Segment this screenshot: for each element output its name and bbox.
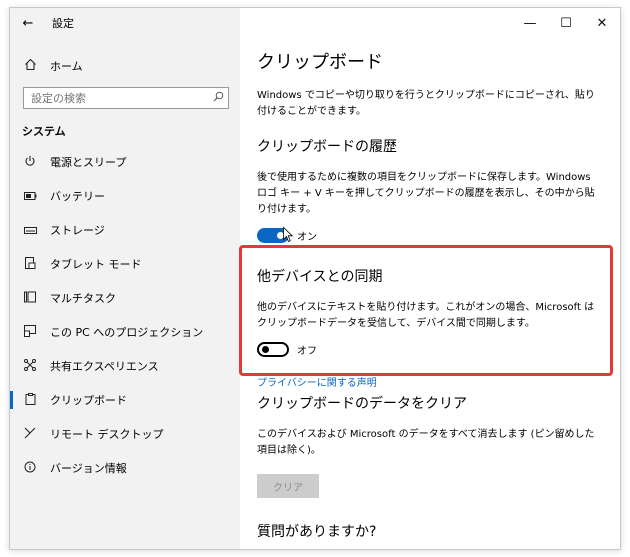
back-arrow-icon[interactable]: ← xyxy=(10,16,46,31)
sidebar-item-label: 電源とスリープ xyxy=(50,156,127,169)
search-box[interactable] xyxy=(23,87,229,109)
sidebar-item-label: クリップボード xyxy=(50,394,127,407)
sidebar: ← 設定 ホーム システム 電源とスリープ xyxy=(10,8,240,549)
toggle-knob xyxy=(262,346,269,353)
minimize-button[interactable]: — xyxy=(512,8,548,38)
clipboard-section: クリップボード Windows でコピーや切り取りを行うとクリップボードにコピー… xyxy=(257,48,597,120)
sync-toggle-label: オフ xyxy=(297,346,317,357)
title-bar: ← 設定 xyxy=(10,8,240,38)
sync-section: 他デバイスとの同期 他のデバイスにテキストを貼り付けます。これがオンの場合、Mi… xyxy=(257,266,597,390)
sync-toggle[interactable] xyxy=(257,342,289,357)
history-toggle-row: オン xyxy=(257,228,597,243)
sidebar-item-home[interactable]: ホーム xyxy=(10,54,240,78)
sidebar-item-remote-desktop[interactable]: リモート デスクトップ xyxy=(10,417,240,451)
sidebar-item-multitask[interactable]: マルチタスク xyxy=(10,281,240,315)
sidebar-item-label: マルチタスク xyxy=(50,292,116,305)
home-icon xyxy=(10,58,50,74)
sidebar-item-projection[interactable]: この PC へのプロジェクション xyxy=(10,315,240,349)
remote-desktop-icon xyxy=(10,427,50,442)
questions-heading: 質問がありますか? xyxy=(257,524,377,540)
sync-description: 他のデバイスにテキストを貼り付けます。これがオンの場合、Microsoft はク… xyxy=(257,302,595,329)
sidebar-item-label: ストレージ xyxy=(50,224,105,237)
history-section: クリップボードの履歴 後で使用するために複数の項目をクリップボードに保存します。… xyxy=(257,136,597,243)
storage-icon xyxy=(10,223,50,237)
clipboard-icon xyxy=(10,392,50,408)
maximize-button[interactable]: ☐ xyxy=(548,8,584,38)
sidebar-nav: 電源とスリープ バッテリー ストレージ タブレット モード マルチタスク この … xyxy=(10,145,240,485)
power-icon xyxy=(10,155,50,170)
clear-button[interactable]: クリア xyxy=(257,474,319,498)
info-icon xyxy=(10,461,50,476)
search-input[interactable] xyxy=(31,91,208,105)
questions-section: 質問がありますか? xyxy=(257,521,597,549)
sidebar-item-battery[interactable]: バッテリー xyxy=(10,179,240,213)
battery-icon xyxy=(10,189,50,203)
section-heading: システム xyxy=(22,125,66,138)
history-description: 後で使用するために複数の項目をクリップボードに保存します。Windows ロゴ … xyxy=(257,172,595,215)
history-heading: クリップボードの履歴 xyxy=(257,139,397,155)
mouse-cursor-icon xyxy=(283,227,293,243)
window-controls: — ☐ ✕ xyxy=(512,8,620,38)
tablet-icon xyxy=(10,256,50,272)
sidebar-item-power[interactable]: 電源とスリープ xyxy=(10,145,240,179)
sync-heading: 他デバイスとの同期 xyxy=(257,269,383,285)
search-icon[interactable] xyxy=(208,91,228,105)
app-title: 設定 xyxy=(52,17,74,30)
sidebar-item-shared-experience[interactable]: 共有エクスペリエンス xyxy=(10,349,240,383)
shared-experience-icon xyxy=(10,358,50,374)
intro-text: Windows でコピーや切り取りを行うとクリップボードにコピーされ、貼り付ける… xyxy=(257,90,595,117)
sidebar-item-label: ホーム xyxy=(50,60,83,73)
sidebar-item-storage[interactable]: ストレージ xyxy=(10,213,240,247)
history-toggle-label: オン xyxy=(297,232,317,243)
sidebar-item-label: 共有エクスペリエンス xyxy=(50,360,159,373)
sidebar-item-clipboard[interactable]: クリップボード xyxy=(10,383,240,417)
sidebar-item-label: この PC へのプロジェクション xyxy=(50,326,204,339)
settings-window: ← 設定 ホーム システム 電源とスリープ xyxy=(9,7,621,550)
sidebar-item-label: リモート デスクトップ xyxy=(50,428,164,441)
sidebar-item-label: バッテリー xyxy=(50,190,105,203)
sync-toggle-row: オフ xyxy=(257,342,597,357)
sidebar-item-label: バージョン情報 xyxy=(50,462,127,475)
sidebar-item-tablet-mode[interactable]: タブレット モード xyxy=(10,247,240,281)
sidebar-item-about[interactable]: バージョン情報 xyxy=(10,451,240,485)
page-title: クリップボード xyxy=(257,52,383,73)
close-button[interactable]: ✕ xyxy=(584,8,620,38)
clear-description: このデバイスおよび Microsoft のデータをすべて消去します (ピン留めし… xyxy=(257,429,595,456)
sidebar-item-label: タブレット モード xyxy=(50,258,142,271)
privacy-statement-link[interactable]: プライバシーに関する声明 xyxy=(257,374,377,389)
multitask-icon xyxy=(10,291,50,306)
project-icon xyxy=(10,324,50,340)
clear-heading: クリップボードのデータをクリア xyxy=(257,396,467,412)
main-pane: — ☐ ✕ クリップボード Windows でコピーや切り取りを行うとクリップボ… xyxy=(240,8,620,549)
clear-section: クリップボードのデータをクリア このデバイスおよび Microsoft のデータ… xyxy=(257,393,597,498)
